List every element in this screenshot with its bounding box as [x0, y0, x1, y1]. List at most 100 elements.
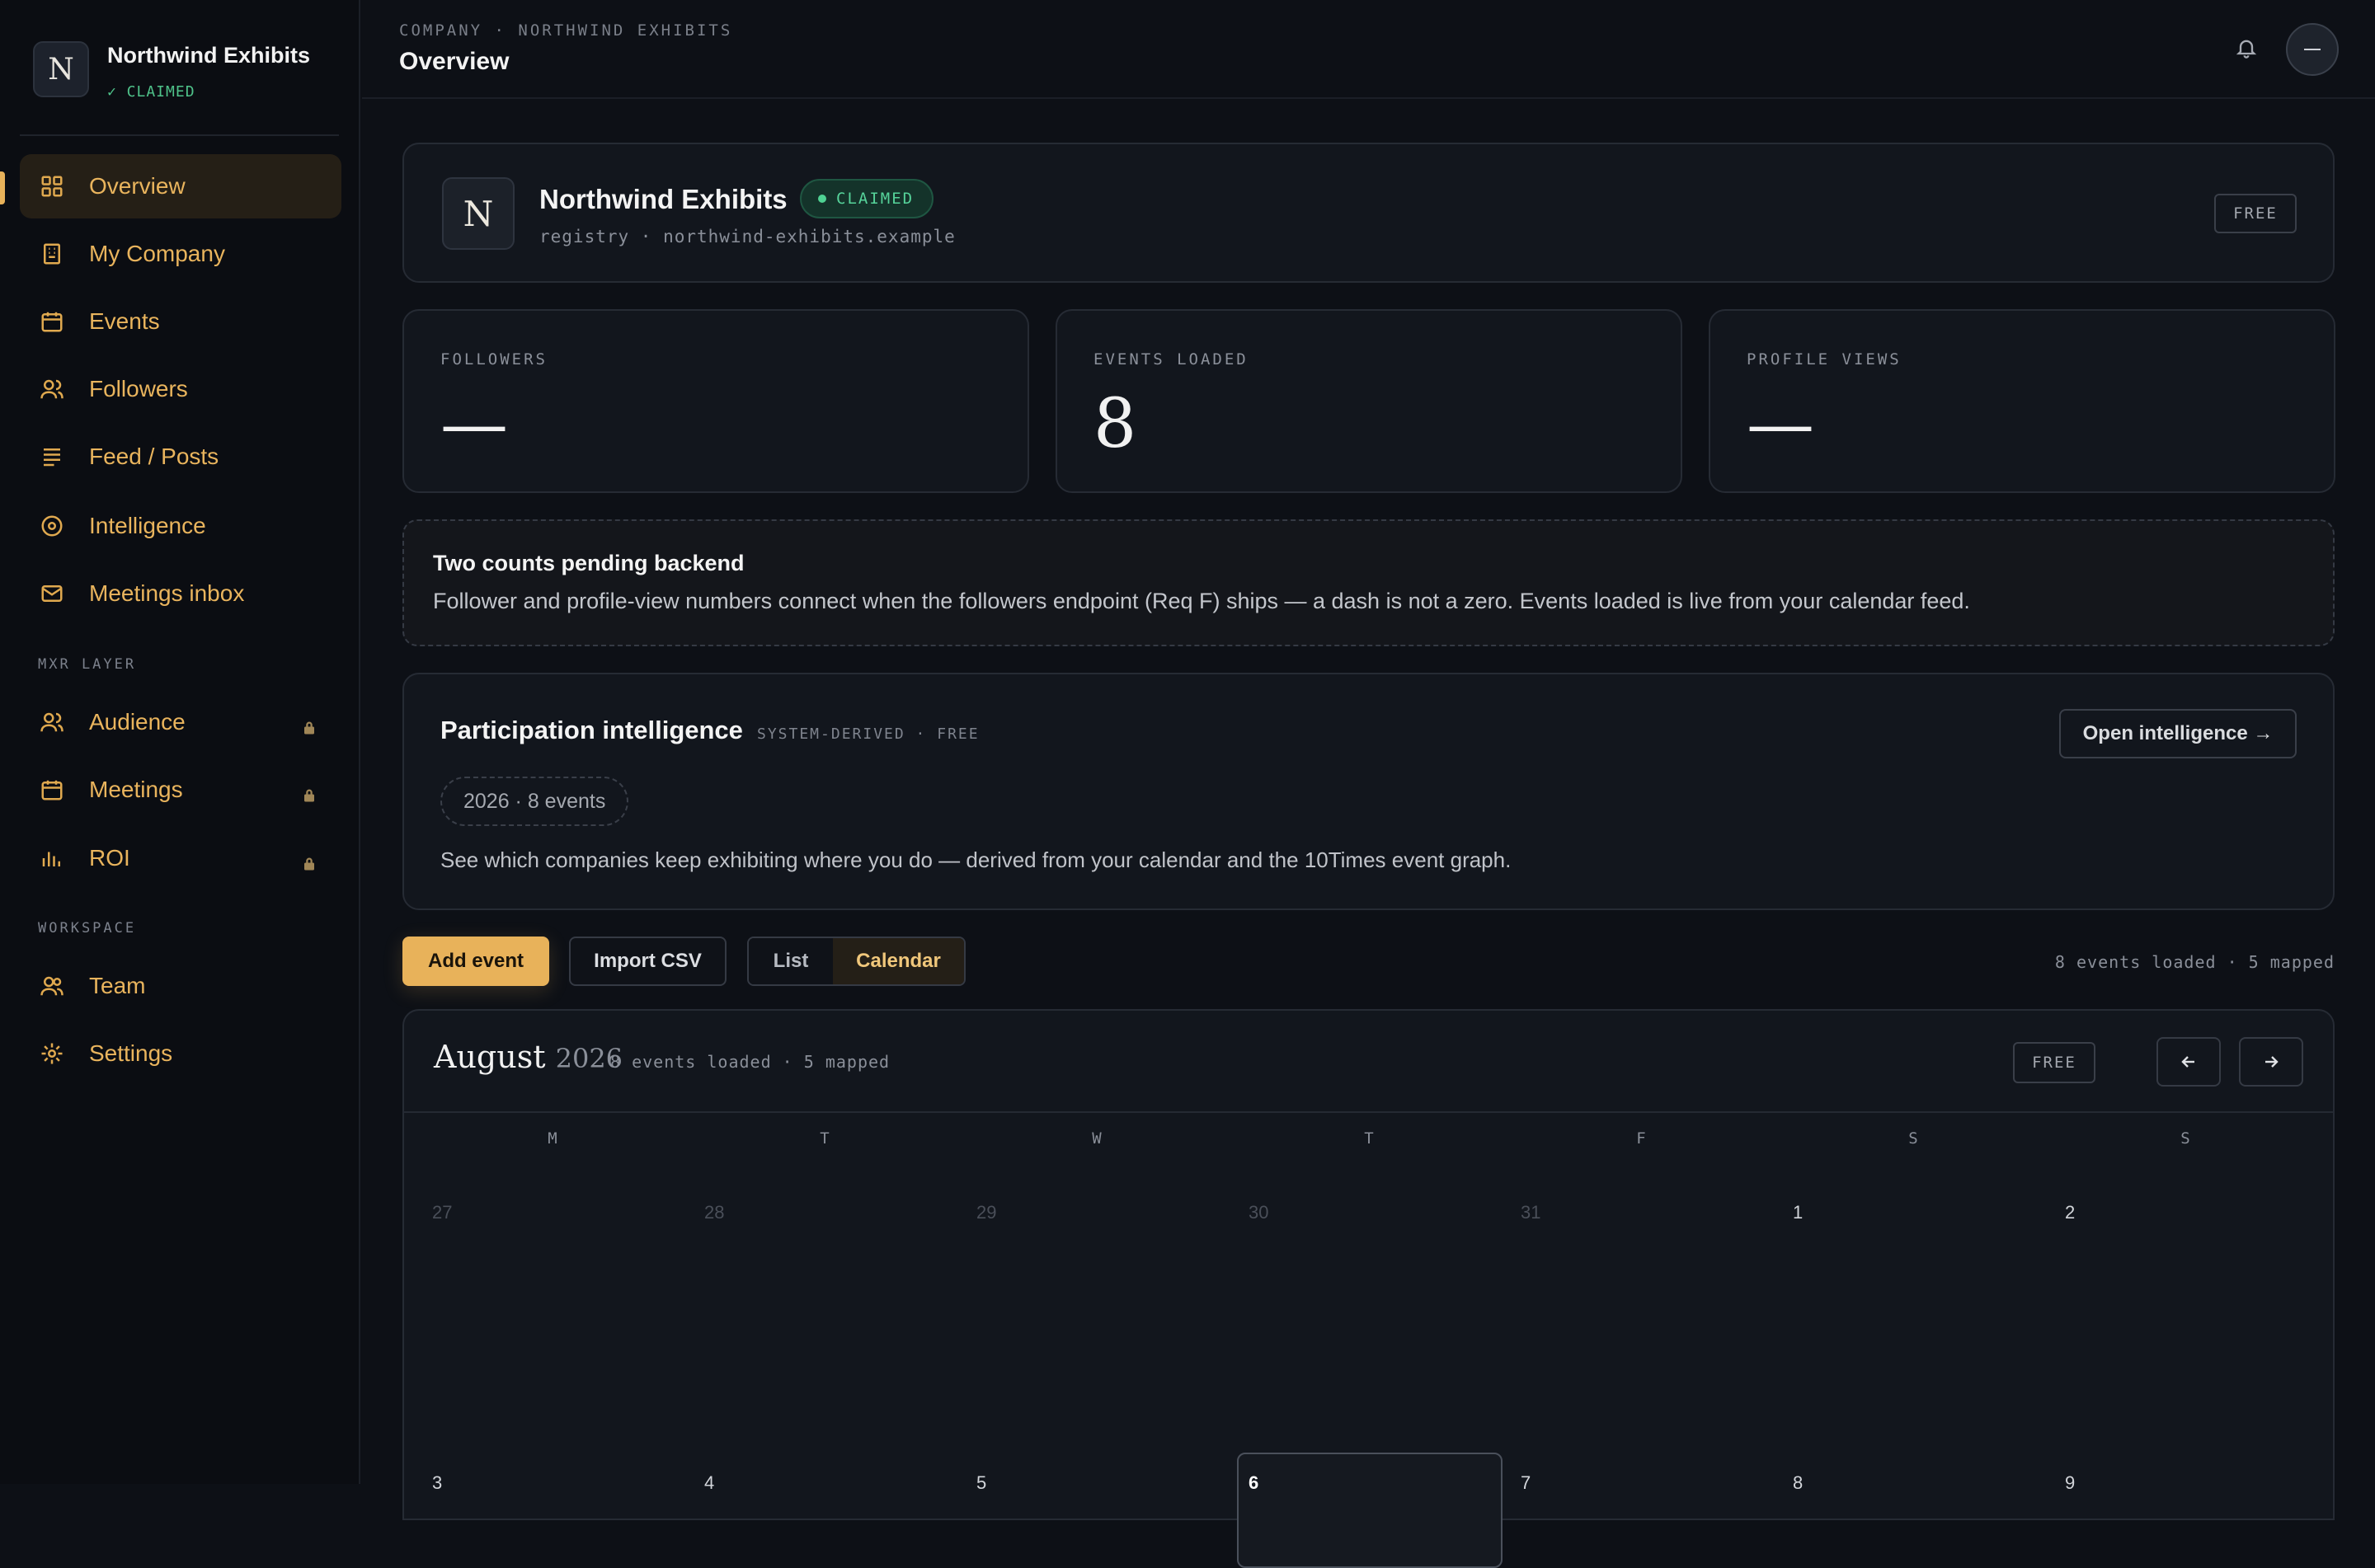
calendar-day[interactable]: 7 — [1521, 1472, 1531, 1494]
page-title: Overview — [399, 48, 510, 75]
weekday-header: W — [1092, 1129, 1103, 1148]
weekday-header: S — [1908, 1129, 1920, 1148]
calendar-day-outside[interactable]: 29 — [976, 1202, 996, 1223]
arrow-left-icon — [2181, 1056, 2194, 1068]
notice-body: Follower and profile-view numbers connec… — [433, 589, 1970, 613]
notice-title: Two counts pending backend — [433, 551, 745, 575]
view-calendar-tab[interactable]: Calendar — [833, 938, 964, 984]
sidebar-item-meetings[interactable]: Meetings — [20, 758, 341, 822]
sidebar-item-team[interactable]: Team — [20, 954, 341, 1018]
weekday-header: T — [820, 1129, 831, 1148]
active-nav-marker — [0, 171, 5, 204]
import-csv-button[interactable]: Import CSV — [569, 937, 727, 986]
claimed-badge: CLAIMED — [800, 179, 934, 218]
intelligence-description: See which companies keep exhibiting wher… — [440, 847, 1512, 872]
calendar-day-outside[interactable]: 31 — [1521, 1202, 1540, 1223]
users-icon — [40, 710, 64, 735]
sidebar-item-intelligence[interactable]: Intelligence — [20, 494, 341, 558]
calendar-day[interactable]: 5 — [976, 1472, 986, 1494]
sidebar-item-settings[interactable]: Settings — [20, 1021, 341, 1086]
stat-card-profile-views: PROFILE VIEWS — — [1709, 309, 2335, 493]
sidebar-item-roi[interactable]: ROI — [20, 826, 341, 890]
calendar-day[interactable]: 2 — [2065, 1202, 2075, 1223]
company-subtitle: registry · northwind-exhibits.example — [539, 227, 956, 246]
breadcrumb: COMPANY · NORTHWIND EXHIBITS — [399, 21, 733, 40]
sidebar-item-label: Meetings — [89, 777, 183, 802]
stat-value: — — [1747, 385, 1814, 463]
brand-claimed-status: ✓ CLAIMED — [107, 83, 195, 101]
mail-icon — [40, 581, 64, 606]
lock-icon — [302, 715, 317, 735]
calendar-day-outside[interactable]: 30 — [1249, 1202, 1268, 1223]
sidebar-divider — [20, 134, 339, 136]
view-list-tab[interactable]: List — [749, 938, 833, 984]
weekday-header: S — [2180, 1129, 2192, 1148]
sidebar-item-label: My Company — [89, 241, 225, 266]
brand[interactable]: N Northwind Exhibits ✓ CLAIMED — [33, 41, 310, 101]
sidebar-item-my-company[interactable]: My Company — [20, 222, 341, 286]
avatar[interactable] — [2286, 23, 2339, 76]
stat-value: 8 — [1093, 385, 1137, 463]
open-intelligence-button[interactable]: Open intelligence → — [2059, 709, 2297, 758]
calendar-prev-button[interactable] — [2156, 1037, 2221, 1087]
calendar: August 2026 8 events loaded · 5 mapped F… — [402, 1009, 2335, 1568]
intelligence-year-chip: 2026 · 8 events — [440, 777, 629, 826]
bell-icon[interactable] — [2235, 36, 2260, 61]
sidebar-item-label: Overview — [89, 173, 186, 199]
company-name: Northwind Exhibits — [539, 184, 788, 214]
sidebar-item-followers[interactable]: Followers — [20, 357, 341, 421]
intelligence-title: Participation intelligence — [440, 716, 743, 744]
calendar-header: August 2026 8 events loaded · 5 mapped F… — [404, 1011, 2333, 1113]
brand-name: Northwind Exhibits — [107, 43, 310, 68]
calendar-month-title: August 2026 — [434, 1039, 623, 1075]
stat-card-events-loaded: EVENTS LOADED 8 — [1056, 309, 1682, 493]
sidebar-item-events[interactable]: Events — [20, 289, 341, 354]
calendar-day-outside[interactable]: 28 — [704, 1202, 724, 1223]
add-event-button[interactable]: Add event — [402, 937, 549, 986]
lock-icon — [302, 851, 317, 871]
calendar-icon — [40, 777, 64, 802]
calendar-next-button[interactable] — [2239, 1037, 2303, 1087]
gear-icon — [40, 1041, 64, 1066]
calendar-meta: 8 events loaded · 5 mapped — [610, 1052, 891, 1072]
weekday-header: T — [1364, 1129, 1376, 1148]
calendar-day[interactable]: 1 — [1793, 1202, 1803, 1223]
calendar-day[interactable]: 3 — [432, 1472, 442, 1494]
sidebar-item-overview[interactable]: Overview — [20, 154, 341, 218]
target-icon — [40, 514, 64, 538]
calendar-today-cell[interactable] — [1237, 1453, 1503, 1568]
company-card: N Northwind Exhibits CLAIMED registry · … — [402, 143, 2335, 283]
calendar-day[interactable]: 9 — [2065, 1472, 2075, 1494]
sidebar-item-label: ROI — [89, 845, 130, 871]
calendar-day[interactable]: 8 — [1793, 1472, 1803, 1494]
status-dot-icon — [818, 195, 826, 203]
pending-notice: Two counts pending backend Follower and … — [402, 519, 2335, 646]
intelligence-meta: SYSTEM-DERIVED · FREE — [757, 725, 980, 743]
lock-icon — [302, 782, 317, 802]
calendar-plan-badge: FREE — [2013, 1042, 2095, 1083]
sidebar: N Northwind Exhibits ✓ CLAIMED Overview … — [0, 0, 360, 1484]
company-logo: N — [442, 177, 515, 250]
claimed-badge-label: CLAIMED — [836, 190, 915, 208]
lines-icon — [40, 444, 64, 469]
users-icon — [40, 377, 64, 401]
sidebar-item-label: Intelligence — [89, 513, 206, 538]
sidebar-item-feed-posts[interactable]: Feed / Posts — [20, 425, 341, 489]
sidebar-item-label: Settings — [89, 1040, 173, 1066]
calendar-day-outside[interactable]: 27 — [432, 1202, 452, 1223]
arrow-right-icon — [2265, 1056, 2279, 1068]
calendar-icon — [40, 309, 64, 334]
calendar-month: August — [434, 1039, 546, 1075]
sidebar-item-audience[interactable]: Audience — [20, 690, 341, 754]
stat-label: FOLLOWERS — [440, 350, 548, 369]
sidebar-item-meetings-inbox[interactable]: Meetings inbox — [20, 561, 341, 626]
events-status-text: 8 events loaded · 5 mapped — [2054, 952, 2335, 972]
sidebar-section-workspace: WORKSPACE — [38, 920, 137, 937]
stat-card-followers: FOLLOWERS — — [402, 309, 1029, 493]
calendar-day-today[interactable]: 6 — [1249, 1472, 1258, 1494]
brand-logo: N — [33, 41, 89, 97]
stat-label: PROFILE VIEWS — [1747, 350, 1902, 369]
sidebar-section-mxr: MXR LAYER — [38, 656, 137, 673]
calendar-day[interactable]: 4 — [704, 1472, 714, 1494]
minus-icon — [2304, 49, 2321, 50]
